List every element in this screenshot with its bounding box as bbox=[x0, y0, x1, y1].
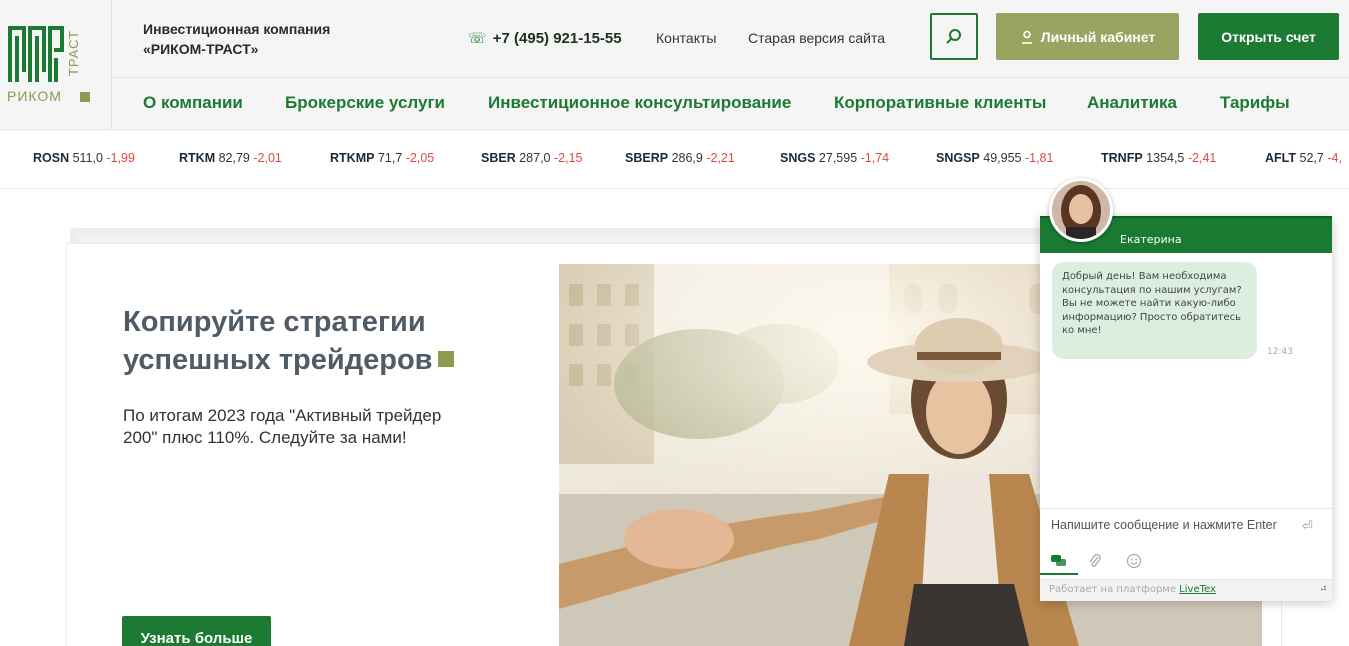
ticker-item[interactable]: SBER 287,0 -2,15 bbox=[481, 151, 582, 165]
ticker-symbol: SNGSP bbox=[936, 151, 980, 165]
nav-divider bbox=[112, 77, 1349, 78]
search-button[interactable] bbox=[930, 13, 978, 60]
logo[interactable]: ТРАСТ РИКОМ bbox=[0, 0, 112, 130]
ticker-symbol: ROSN bbox=[33, 151, 70, 165]
ticker-symbol: SBERP bbox=[625, 151, 669, 165]
ticker-change: -1,81 bbox=[1024, 151, 1054, 165]
promo-text: По итогам 2023 года "Активный трейдер 20… bbox=[123, 406, 442, 447]
ticker-symbol: RTKM bbox=[179, 151, 216, 165]
agent-photo-image bbox=[1052, 181, 1110, 239]
search-icon bbox=[946, 28, 961, 44]
phone-icon: ☏ bbox=[468, 30, 487, 47]
ticker-change: -2,05 bbox=[405, 151, 435, 165]
ticker-change: -1,99 bbox=[106, 151, 135, 165]
ticker-item[interactable]: RTKM 82,79 -2,01 bbox=[179, 151, 282, 165]
logo-vertical-text: ТРАСТ bbox=[66, 30, 81, 77]
nav-item-consulting[interactable]: Инвестиционное консультирование bbox=[488, 93, 791, 113]
chat-agent-avatar[interactable] bbox=[1049, 178, 1113, 242]
ticker-symbol: AFLT bbox=[1265, 151, 1297, 165]
company-name: Инвестиционная компания «РИКОМ-ТРАСТ» bbox=[143, 19, 330, 59]
cabinet-button[interactable]: Личный кабинет bbox=[996, 13, 1179, 60]
chat-agent-name: Екатерина bbox=[1120, 233, 1182, 246]
nav-item-corporate[interactable]: Корпоративные клиенты bbox=[834, 93, 1046, 113]
ticker-item[interactable]: TRNFP 1354,5 -2,41 bbox=[1101, 151, 1216, 165]
active-tab-indicator bbox=[1040, 573, 1078, 575]
chat-bubbles-icon[interactable] bbox=[1050, 554, 1068, 568]
phone-number: +7 (495) 921-15-55 bbox=[492, 29, 622, 47]
ticker-price: 286,9 bbox=[671, 151, 703, 165]
ticker-change: -2,21 bbox=[706, 151, 735, 165]
ticker-item[interactable]: SNGSP 49,955 -1,81 bbox=[936, 151, 1053, 165]
nav-item-about[interactable]: О компании bbox=[143, 93, 243, 113]
livetex-link[interactable]: LiveTex bbox=[1179, 584, 1216, 595]
ticker-price: 49,955 bbox=[983, 151, 1022, 165]
cabinet-label: Личный кабинет bbox=[1040, 28, 1156, 45]
chat-toolbar bbox=[1040, 546, 1332, 576]
company-line-1: Инвестиционная компания bbox=[143, 21, 331, 37]
ticker-change: -4, bbox=[1327, 151, 1342, 165]
ticker-item[interactable]: RTKMP 71,7 -2,05 bbox=[330, 151, 434, 165]
enter-icon[interactable]: ⏎ bbox=[1302, 518, 1313, 534]
chat-message-bubble: Добрый день! Вам необходима консультация… bbox=[1052, 262, 1257, 359]
resize-handle-icon[interactable]: ⠴ bbox=[1320, 583, 1327, 594]
ticker-price: 27,595 bbox=[818, 151, 858, 165]
ticker-price: 82,79 bbox=[218, 151, 250, 165]
chat-footer: Работает на платформе LiveTex ⠴ bbox=[1040, 579, 1332, 601]
learn-more-button[interactable]: Узнать больше bbox=[122, 616, 271, 646]
title-square-icon bbox=[438, 351, 455, 367]
chat-footer-text: Работает на платформе bbox=[1049, 584, 1180, 595]
stock-ticker: ROSN 511,0 -1,99 RTKM 82,79 -2,01 RTKMP … bbox=[0, 131, 1349, 189]
ticker-price: 511,0 bbox=[72, 151, 103, 165]
ticker-item[interactable]: ROSN 511,0 -1,99 bbox=[33, 151, 135, 165]
ticker-price: 71,7 bbox=[377, 151, 403, 165]
promo-title-line-2: успешных трейдеров bbox=[123, 344, 433, 376]
ticker-item[interactable]: AFLT 52,7 -4, bbox=[1265, 151, 1342, 165]
chat-input-divider bbox=[1040, 508, 1332, 509]
nav-item-brokerage[interactable]: Брокерские услуги bbox=[285, 93, 445, 113]
ticker-symbol: TRNFP bbox=[1101, 151, 1143, 165]
ticker-change: -1,74 bbox=[860, 151, 890, 165]
promo-title: Копируйте стратегии успешных трейдеров bbox=[123, 303, 455, 379]
attach-icon[interactable] bbox=[1088, 553, 1102, 569]
ticker-symbol: RTKMP bbox=[330, 151, 375, 165]
site-header: ТРАСТ РИКОМ Инвестиционная компания «РИК… bbox=[0, 0, 1349, 130]
company-line-2: «РИКОМ-ТРАСТ» bbox=[143, 41, 259, 57]
chat-input[interactable]: Напишите сообщение и нажмите Enter bbox=[1051, 518, 1277, 532]
ticker-symbol: SBER bbox=[481, 151, 516, 165]
ticker-item[interactable]: SNGS 27,595 -1,74 bbox=[780, 151, 889, 165]
open-account-button[interactable]: Открыть счет bbox=[1198, 13, 1339, 60]
contacts-link[interactable]: Контакты bbox=[656, 30, 716, 46]
ticker-price: 52,7 bbox=[1299, 151, 1324, 165]
phone-link[interactable]: ☏ +7 (495) 921-15-55 bbox=[468, 29, 622, 48]
ticker-item[interactable]: SBERP 286,9 -2,21 bbox=[625, 151, 735, 165]
ticker-change: -2,01 bbox=[253, 151, 282, 165]
ticker-symbol: SNGS bbox=[780, 151, 816, 165]
nav-item-analytics[interactable]: Аналитика bbox=[1087, 93, 1177, 113]
old-site-link[interactable]: Старая версия сайта bbox=[748, 30, 885, 46]
ticker-price: 1354,5 bbox=[1146, 151, 1185, 165]
promo-title-line-1: Копируйте стратегии bbox=[123, 306, 426, 338]
logo-text: РИКОМ bbox=[7, 88, 62, 104]
chat-message-time: 12:43 bbox=[1267, 347, 1293, 357]
nav-item-tariffs[interactable]: Тарифы bbox=[1220, 93, 1290, 113]
user-icon bbox=[1021, 30, 1032, 44]
chat-widget: Екатерина Добрый день! Вам необходима ко… bbox=[1040, 216, 1332, 601]
logo-mark-icon bbox=[8, 26, 64, 82]
ticker-change: -2,15 bbox=[553, 151, 583, 165]
emoji-icon[interactable] bbox=[1126, 553, 1142, 569]
ticker-change: -2,41 bbox=[1187, 151, 1217, 165]
ticker-price: 287,0 bbox=[519, 151, 551, 165]
logo-square bbox=[80, 92, 90, 102]
